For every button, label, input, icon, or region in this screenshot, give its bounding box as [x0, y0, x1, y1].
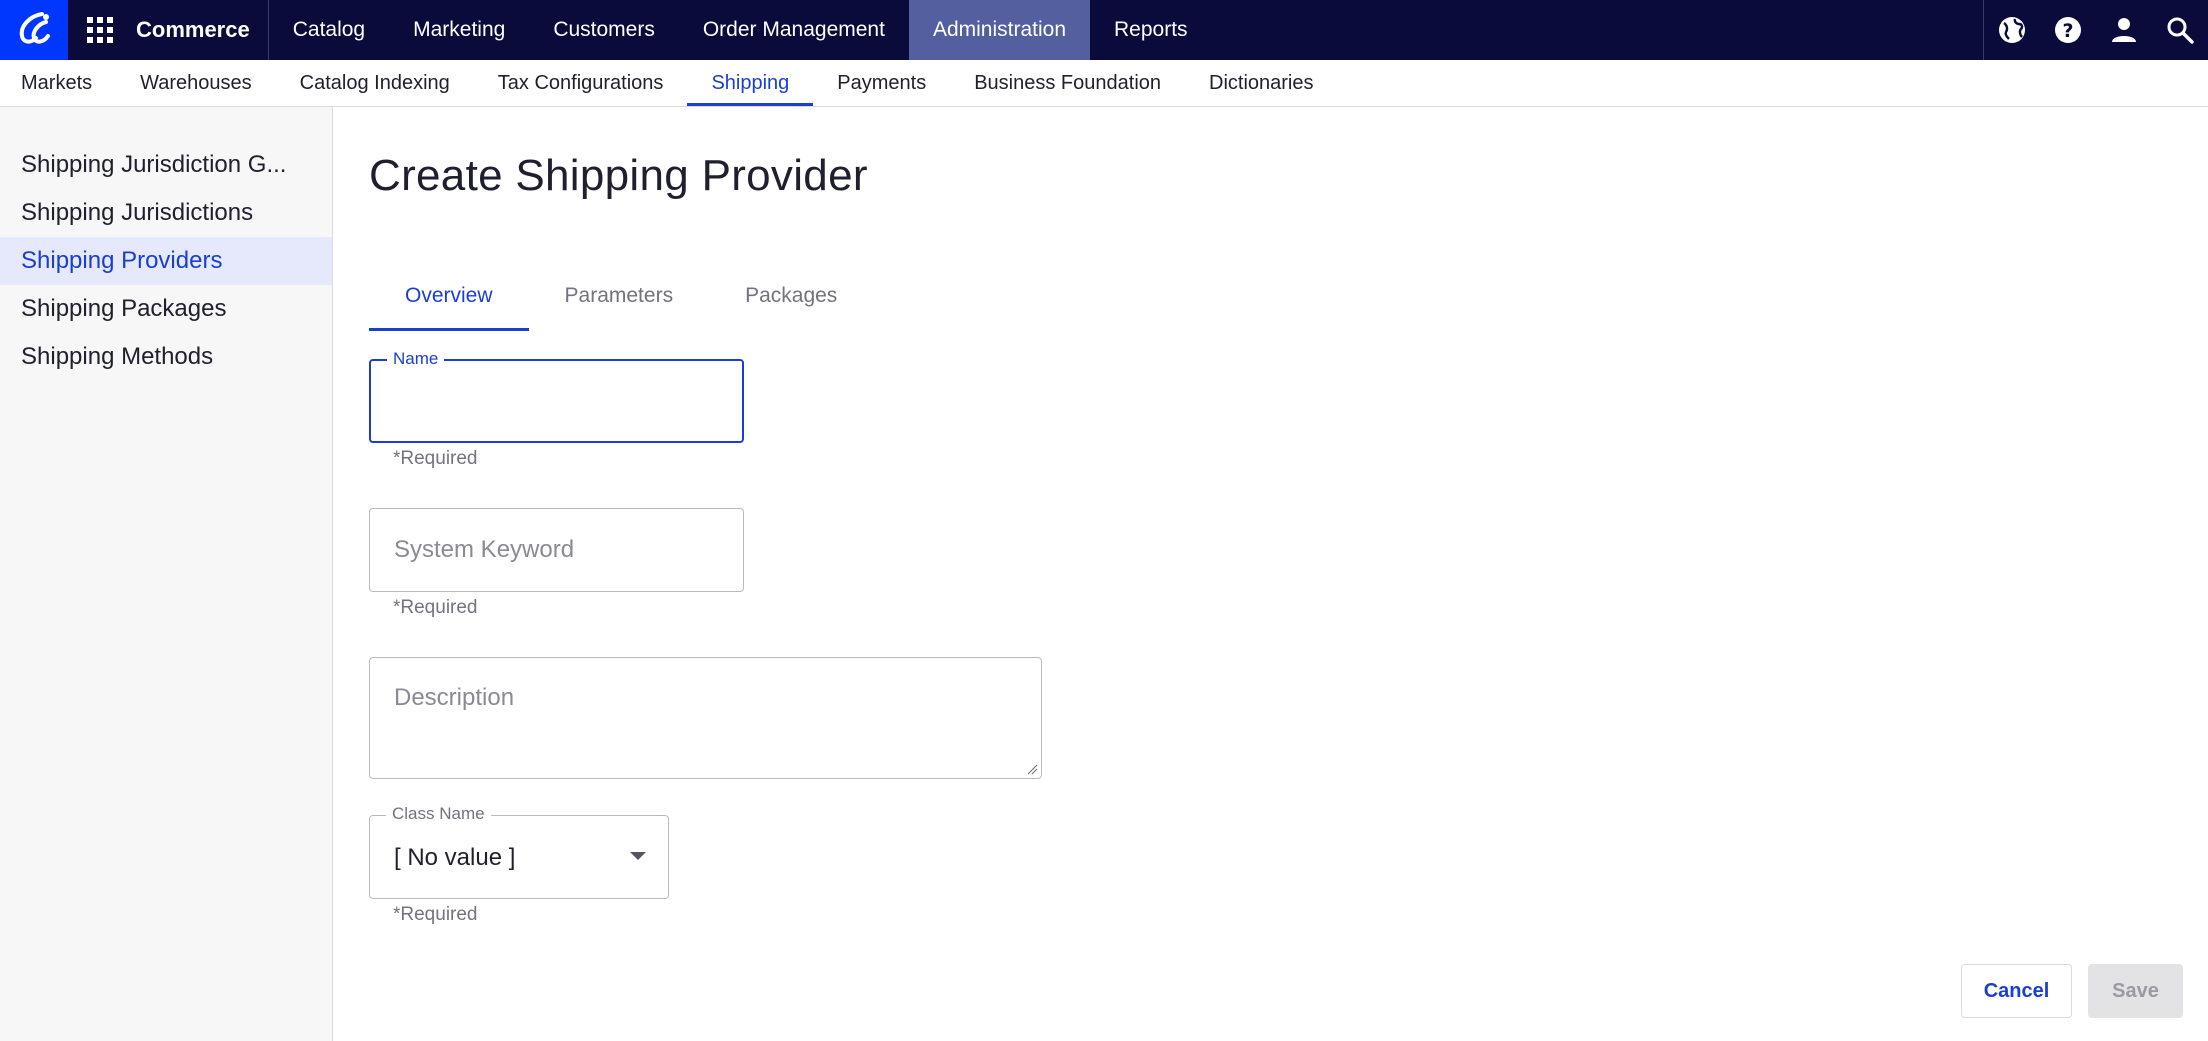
top-right-tools: ?	[1983, 0, 2208, 60]
search-icon[interactable]	[2152, 0, 2208, 60]
brand-name[interactable]: Commerce	[132, 0, 269, 60]
nav-catalog[interactable]: Catalog	[269, 0, 389, 60]
subnav-shipping[interactable]: Shipping	[687, 60, 814, 106]
sidebar-item-shipping-packages[interactable]: Shipping Packages	[0, 285, 332, 333]
description-placeholder: Description	[394, 684, 515, 711]
sidebar-item-shipping-jurisdictions[interactable]: Shipping Jurisdictions	[0, 189, 332, 237]
svg-text:?: ?	[2062, 20, 2073, 42]
sidebar-item-shipping-providers[interactable]: Shipping Providers	[0, 237, 332, 285]
tab-overview[interactable]: Overview	[369, 261, 529, 331]
system-keyword-placeholder: System Keyword	[394, 536, 575, 563]
tab-bar: Overview Parameters Packages	[369, 261, 873, 331]
sub-navigation: Markets Warehouses Catalog Indexing Tax …	[0, 60, 2208, 107]
sidebar-item-shipping-methods[interactable]: Shipping Methods	[0, 333, 332, 381]
subnav-payments[interactable]: Payments	[813, 60, 950, 106]
tab-packages[interactable]: Packages	[709, 261, 873, 331]
globe-icon[interactable]	[1984, 0, 2040, 60]
class-name-helper-text: *Required	[393, 904, 478, 925]
help-icon[interactable]: ?	[2040, 0, 2096, 60]
system-keyword-helper-text: *Required	[393, 597, 478, 618]
subnav-dictionaries[interactable]: Dictionaries	[1185, 60, 1337, 106]
subnav-tax-configurations[interactable]: Tax Configurations	[474, 60, 688, 106]
main-content: Create Shipping Provider Overview Parame…	[369, 107, 2183, 1041]
sidebar: Shipping Jurisdiction G... Shipping Juri…	[0, 107, 333, 1041]
subnav-markets[interactable]: Markets	[0, 60, 116, 106]
app-launcher-button[interactable]	[68, 0, 132, 60]
subnav-catalog-indexing[interactable]: Catalog Indexing	[276, 60, 474, 106]
grid-icon	[87, 17, 113, 43]
system-keyword-field[interactable]: System Keyword	[369, 508, 744, 592]
class-name-label: Class Name	[386, 804, 491, 824]
nav-administration[interactable]: Administration	[908, 0, 1090, 60]
save-button[interactable]: Save	[2088, 964, 2183, 1018]
nav-order-management[interactable]: Order Management	[679, 0, 909, 60]
description-textarea[interactable]: Description	[369, 657, 1042, 779]
name-field[interactable]: Name	[369, 349, 744, 443]
page-title: Create Shipping Provider	[369, 151, 868, 200]
nav-customers[interactable]: Customers	[529, 0, 679, 60]
name-label: Name	[387, 349, 445, 369]
sidebar-item-shipping-jurisdiction-groups[interactable]: Shipping Jurisdiction G...	[0, 141, 332, 189]
resize-handle-icon[interactable]	[1026, 763, 1038, 775]
class-name-value: [ No value ]	[394, 844, 516, 871]
tab-parameters[interactable]: Parameters	[529, 261, 710, 331]
class-name-select[interactable]: Class Name [ No value ]	[369, 804, 669, 899]
nav-marketing[interactable]: Marketing	[389, 0, 529, 60]
name-helper-text: *Required	[393, 448, 478, 469]
caret-down-icon	[630, 852, 646, 860]
top-navigation: Commerce Catalog Marketing Customers Ord…	[0, 0, 2208, 60]
cancel-button[interactable]: Cancel	[1961, 964, 2072, 1018]
subnav-business-foundation[interactable]: Business Foundation	[950, 60, 1185, 106]
logo-icon[interactable]	[0, 0, 68, 60]
user-icon[interactable]	[2096, 0, 2152, 60]
subnav-warehouses[interactable]: Warehouses	[116, 60, 276, 106]
nav-reports[interactable]: Reports	[1090, 0, 1212, 60]
